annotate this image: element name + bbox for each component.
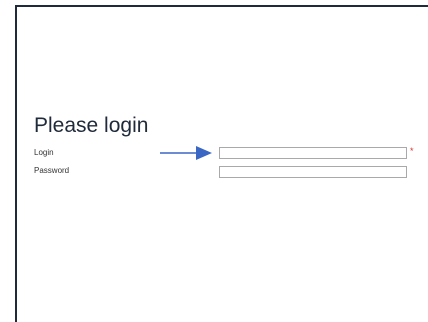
login-label: Login [34,148,54,157]
login-window-frame [15,5,428,322]
password-input[interactable] [219,166,407,178]
required-marker: * [410,146,414,156]
page: Please login Login * Password [0,0,428,322]
arrow-right-icon [160,146,212,160]
login-input[interactable] [219,147,407,159]
page-title: Please login [34,114,149,137]
password-label: Password [34,166,70,175]
